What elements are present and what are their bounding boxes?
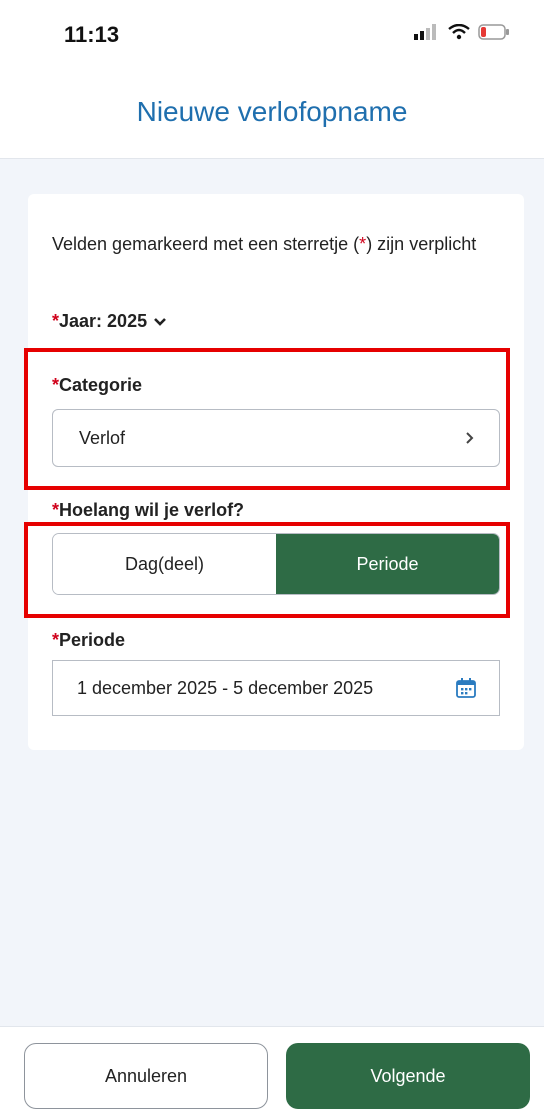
required-marker: * (52, 311, 60, 331)
duration-option-dagdeel[interactable]: Dag(deel) (53, 534, 276, 594)
chevron-down-icon (153, 311, 167, 332)
signal-icon (414, 24, 440, 45)
period-label: *Periode (52, 630, 125, 651)
category-label: *Categorie (52, 375, 142, 396)
screen: 11:13 Nieuwe verlofopname Velden gemarke… (0, 0, 544, 1111)
period-date-range-field[interactable]: 1 december 2025 - 5 december 2025 (52, 660, 500, 716)
intro-text-after: ) zijn verplicht (366, 234, 477, 254)
required-fields-note: Velden gemarkeerd met een sterretje (*) … (52, 231, 492, 258)
duration-toggle: Dag(deel) Periode (52, 533, 500, 595)
wifi-icon (448, 23, 470, 45)
category-label-text: Categorie (59, 375, 143, 395)
intro-text-before: Velden gemarkeerd met een sterretje ( (52, 234, 360, 254)
duration-label-text: Hoelang wil je verlof? (59, 500, 245, 520)
duration-option-periode[interactable]: Periode (276, 534, 499, 594)
required-marker: * (52, 630, 60, 650)
required-marker: * (52, 500, 60, 520)
chevron-right-icon (455, 430, 485, 446)
status-icons (414, 23, 510, 45)
top-bar: 11:13 Nieuwe verlofopname (0, 0, 544, 159)
status-time: 11:13 (64, 22, 120, 47)
page-title: Nieuwe verlofopname (136, 96, 408, 127)
category-value: Verlof (79, 427, 126, 448)
cancel-button[interactable]: Annuleren (24, 1043, 268, 1109)
period-label-text: Periode (59, 630, 126, 650)
duration-label: *Hoelang wil je verlof? (52, 500, 244, 521)
battery-icon (478, 24, 510, 45)
period-value: 1 december 2025 - 5 december 2025 (77, 677, 374, 698)
year-selector[interactable]: *Jaar: 2025 (52, 311, 167, 332)
required-marker: * (52, 375, 60, 395)
calendar-icon[interactable] (455, 677, 477, 699)
year-label: Jaar: 2025 (59, 311, 148, 331)
next-button[interactable]: Volgende (286, 1043, 530, 1109)
category-select[interactable]: Verlof (52, 409, 500, 467)
